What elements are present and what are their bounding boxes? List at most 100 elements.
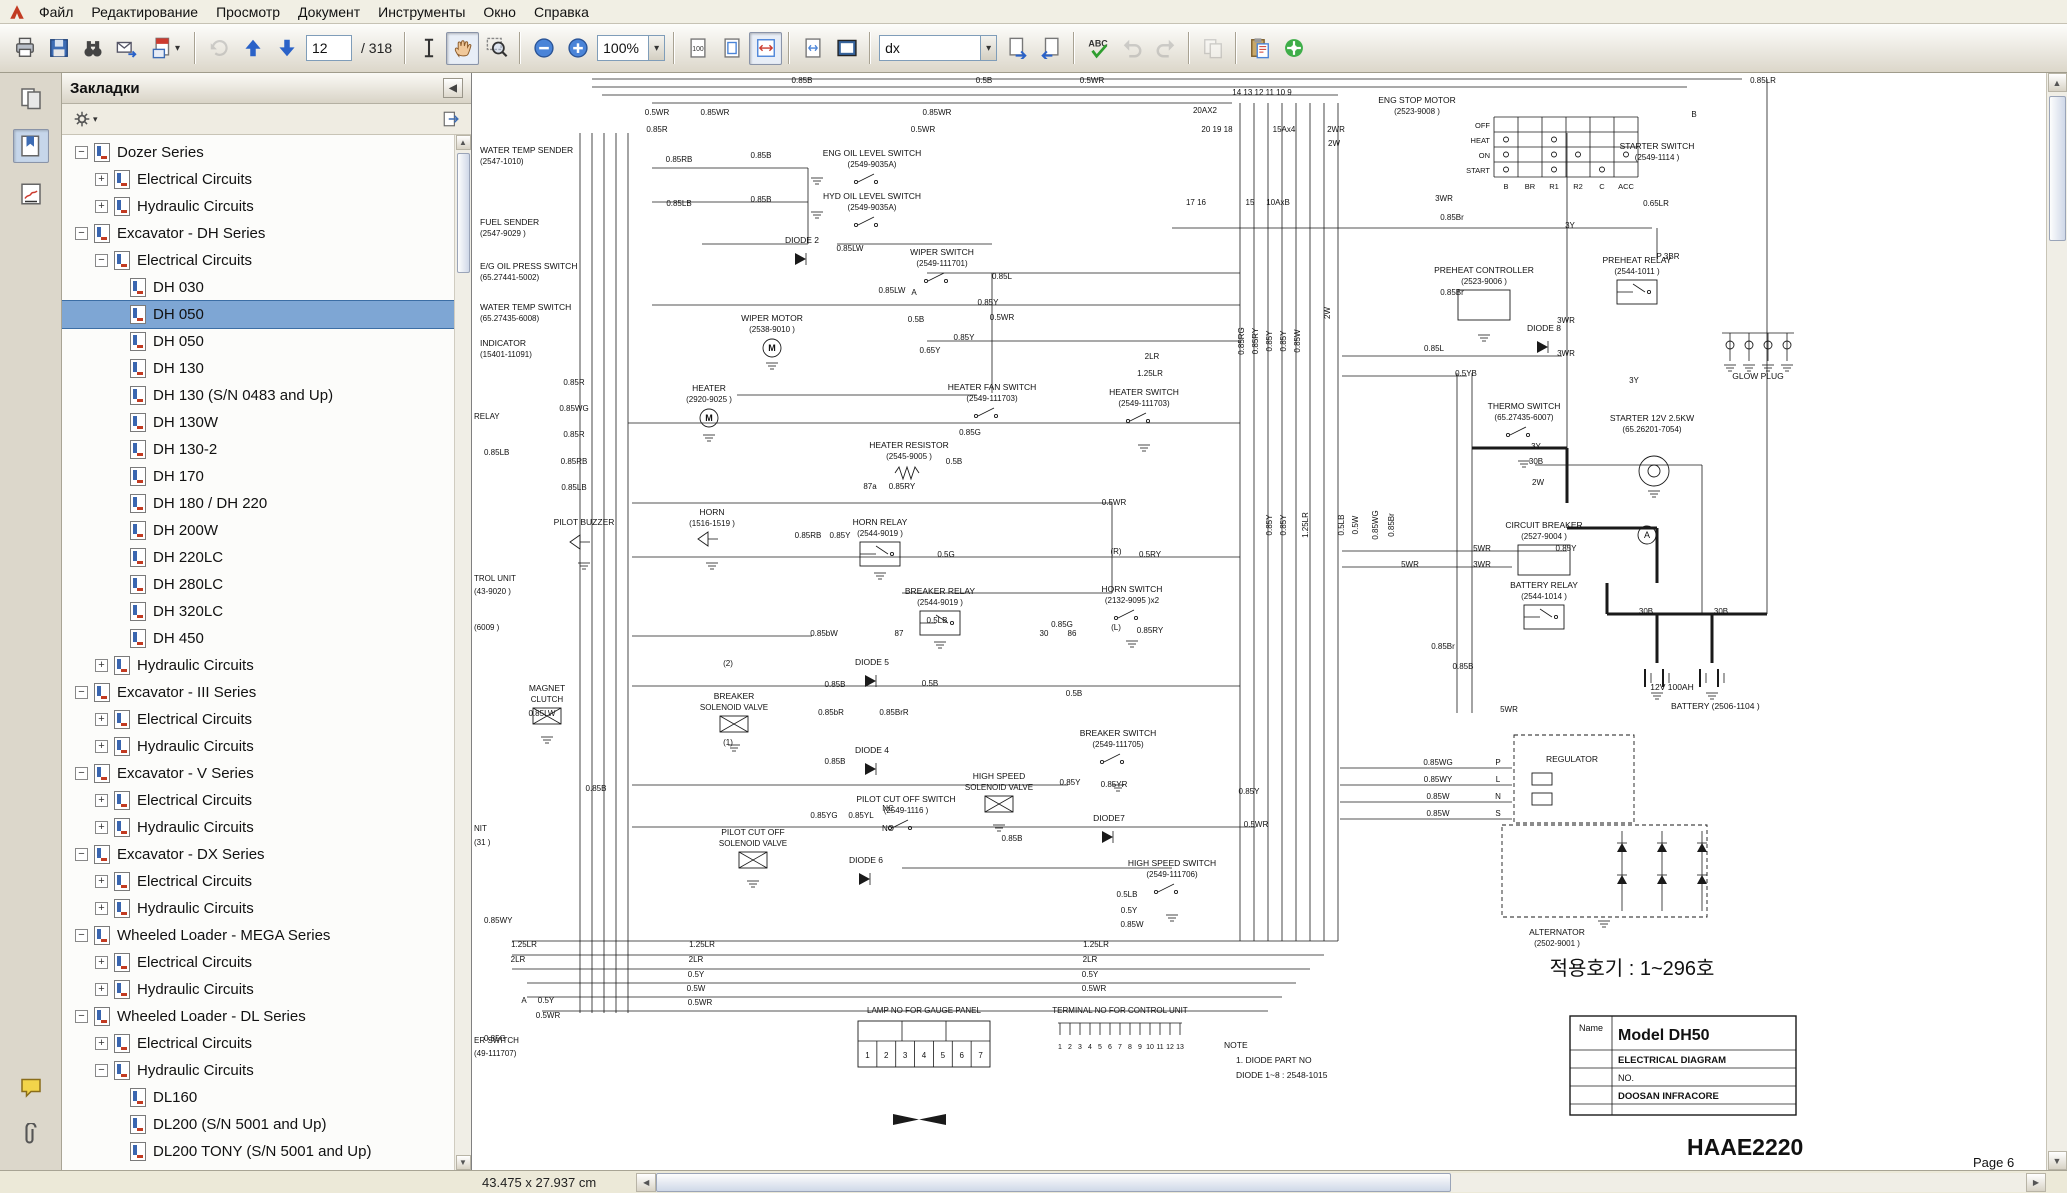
bookmark-item[interactable]: +Hydraulic Circuits [62,193,454,220]
bookmark-item[interactable]: +Electrical Circuits [62,166,454,193]
zoom-out-button[interactable] [527,32,560,65]
bookmark-item[interactable]: −Excavator - III Series [62,679,454,706]
bookmark-item[interactable]: +Electrical Circuits [62,787,454,814]
bookmark-item[interactable]: +Electrical Circuits [62,868,454,895]
bookmark-item[interactable]: DH 050 [62,328,454,355]
bookmark-item[interactable]: DL160 [62,1084,454,1111]
scroll-left-button[interactable]: ◀ [636,1173,656,1192]
find-next-button[interactable] [1000,32,1033,65]
expand-icon[interactable]: + [95,659,108,672]
expand-icon[interactable]: + [95,173,108,186]
bookmarks-scrollbar-thumb[interactable] [457,153,470,273]
email-button[interactable] [110,32,143,65]
print-button[interactable] [8,32,41,65]
expand-icon[interactable]: + [95,983,108,996]
bookmark-item[interactable]: DH 170 [62,463,454,490]
collapse-icon[interactable]: − [95,1064,108,1077]
expand-icon[interactable]: + [95,902,108,915]
spellcheck-button[interactable]: ABC [1081,32,1114,65]
bookmark-item[interactable]: DL200 (S/N 5001 and Up) [62,1111,454,1138]
bookmark-item[interactable]: DH 200W [62,517,454,544]
select-tool-button[interactable] [412,32,445,65]
bookmark-item[interactable]: −Excavator - V Series [62,760,454,787]
create-pdf-button[interactable]: ▾ [144,32,188,65]
review-tracker-button[interactable] [1277,32,1310,65]
bookmark-item[interactable]: +Hydraulic Circuits [62,652,454,679]
fit-width-button[interactable] [749,32,782,65]
signatures-panel-button[interactable] [13,177,49,211]
menu-item-1[interactable]: Редактирование [82,2,207,22]
page-up-button[interactable] [236,32,269,65]
hide-panel-button[interactable]: ◀ [443,78,463,98]
bookmark-item[interactable]: DH 320LC [62,598,454,625]
collapse-icon[interactable]: − [75,1010,88,1023]
bookmarks-scrollbar[interactable]: ▲ ▼ [454,135,471,1170]
actual-size-button[interactable]: 100 [681,32,714,65]
dropdown-caret-icon[interactable]: ▾ [980,36,996,60]
menu-item-0[interactable]: Файл [30,2,82,22]
bookmark-item[interactable]: −Hydraulic Circuits [62,1057,454,1084]
expand-icon[interactable]: + [95,875,108,888]
bookmark-item[interactable]: DH 050 [62,301,454,328]
scroll-right-button[interactable]: ▶ [2026,1173,2046,1192]
marquee-zoom-button[interactable] [480,32,513,65]
bookmarks-scroll-down-button[interactable]: ▼ [456,1155,471,1170]
pages-panel-button[interactable] [13,81,49,115]
horizontal-scrollbar-thumb[interactable] [656,1173,1450,1192]
collapse-icon[interactable]: − [75,146,88,159]
bookmark-item[interactable]: DH 220LC [62,544,454,571]
vertical-scrollbar[interactable]: ▲ ▼ [2046,73,2067,1170]
menu-item-4[interactable]: Инструменты [369,2,474,22]
page-number-input[interactable]: 12 [306,35,352,61]
find-input[interactable]: dx▾ [879,35,997,61]
zoom-level-input[interactable]: 100%▾ [597,35,665,61]
scroll-up-button[interactable]: ▲ [2048,73,2067,92]
collapse-icon[interactable]: − [75,686,88,699]
bookmark-item[interactable]: DH 130-2 [62,436,454,463]
expand-icon[interactable]: + [95,956,108,969]
bookmark-item[interactable]: +Electrical Circuits [62,706,454,733]
comments-panel-button[interactable] [13,1070,49,1104]
zoom-in-button[interactable] [561,32,594,65]
fit-visible-button[interactable] [796,32,829,65]
bookmark-options-button[interactable]: ▾ [68,107,103,131]
collapse-icon[interactable]: − [75,929,88,942]
bookmark-item[interactable]: DH 180 / DH 220 [62,490,454,517]
expand-icon[interactable]: + [95,740,108,753]
attachments-panel-button[interactable] [13,1118,49,1152]
bookmark-item[interactable]: DH 030 [62,274,454,301]
find-previous-button[interactable] [1034,32,1067,65]
bookmark-item[interactable]: DH 450 [62,625,454,652]
menu-item-3[interactable]: Документ [289,2,369,22]
dropdown-caret-icon[interactable]: ▾ [648,36,664,60]
bookmark-item[interactable]: DH 130 [62,355,454,382]
bookmark-item[interactable]: −Electrical Circuits [62,247,454,274]
bookmark-item[interactable]: −Wheeled Loader - MEGA Series [62,922,454,949]
bookmark-item[interactable]: +Electrical Circuits [62,949,454,976]
expand-icon[interactable]: + [95,200,108,213]
bookmark-item[interactable]: DH 130W [62,409,454,436]
collapse-icon[interactable]: − [75,227,88,240]
bookmark-item[interactable]: +Hydraulic Circuits [62,733,454,760]
bookmark-item[interactable]: +Electrical Circuits [62,1030,454,1057]
bookmark-item[interactable]: +Hydraulic Circuits [62,976,454,1003]
collapse-icon[interactable]: − [95,254,108,267]
bookmark-item[interactable]: −Excavator - DH Series [62,220,454,247]
menu-item-5[interactable]: Окно [474,2,525,22]
bookmark-item[interactable]: DH 280LC [62,571,454,598]
bookmark-item[interactable]: −Excavator - DX Series [62,841,454,868]
expand-icon[interactable]: + [95,713,108,726]
horizontal-scrollbar-track[interactable] [656,1173,2026,1192]
vertical-scrollbar-thumb[interactable] [2049,96,2066,241]
hand-tool-button[interactable] [446,32,479,65]
collapse-icon[interactable]: − [75,767,88,780]
bookmark-item[interactable]: DL200 TONY (S/N 5001 and Up) [62,1138,454,1165]
expand-icon[interactable]: + [95,794,108,807]
bookmark-item[interactable]: +Hydraulic Circuits [62,814,454,841]
horizontal-scrollbar[interactable]: ◀ ▶ [636,1171,2046,1193]
menu-item-2[interactable]: Просмотр [207,2,289,22]
bookmarks-panel-button[interactable] [13,129,49,163]
collapse-icon[interactable]: − [75,848,88,861]
expand-current-bookmark-button[interactable] [437,107,465,131]
full-screen-button[interactable] [830,32,863,65]
